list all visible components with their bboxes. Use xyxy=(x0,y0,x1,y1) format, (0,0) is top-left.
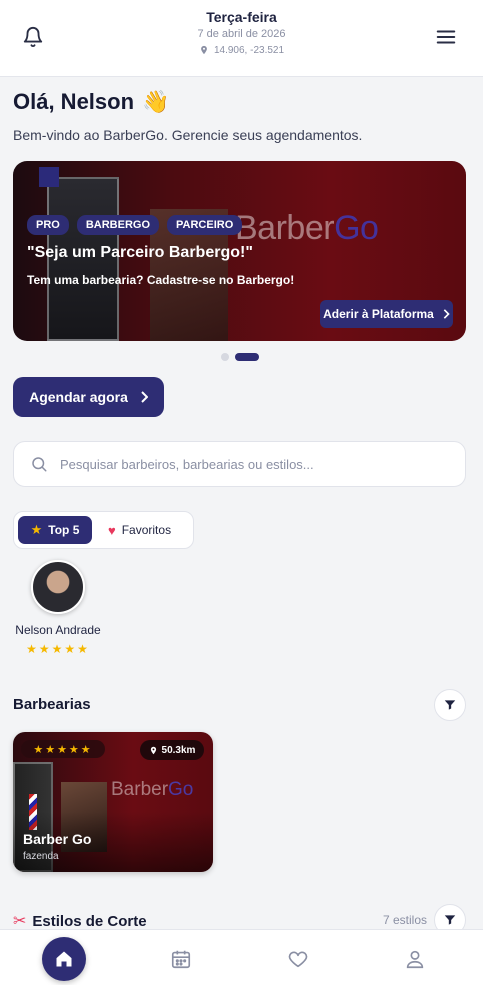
styles-count: 7 estilos xyxy=(383,913,428,927)
banner-corner-decoration xyxy=(39,167,59,187)
tab-top5[interactable]: ★ Top 5 xyxy=(18,516,92,544)
tag-parceiro: PARCEIRO xyxy=(167,215,243,235)
location-pin-icon xyxy=(150,746,156,754)
top-barber-card[interactable]: Nelson Andrade ★★★★★ xyxy=(13,560,103,656)
barbershop-location: fazenda xyxy=(23,851,59,862)
banner-tags: PRO BARBERGO PARCEIRO xyxy=(27,215,243,235)
join-platform-label: Aderir à Plataforma xyxy=(323,307,434,321)
scissors-icon: ✂ xyxy=(13,913,27,930)
ranking-filter-tabs: ★ Top 5 ♥ Favoritos xyxy=(13,511,194,549)
barbershop-logo: BarberGo xyxy=(111,779,194,800)
weekday-label: Terça-feira xyxy=(206,9,277,25)
app-header: Terça-feira 7 de abril de 2026 14.906, -… xyxy=(0,0,483,77)
star-icon: ★ xyxy=(30,522,43,537)
greeting-subtitle: Bem-vindo ao BarberGo. Gerencie seus age… xyxy=(13,127,363,143)
nav-home[interactable] xyxy=(42,937,86,981)
styles-section-title-text: Estilos de Corte xyxy=(32,912,147,930)
greeting-text: Olá, Nelson xyxy=(13,89,135,114)
tag-pro: PRO xyxy=(27,215,69,235)
date-location-block: Terça-feira 7 de abril de 2026 14.906, -… xyxy=(0,9,483,56)
location-coordinates: 14.906, -23.521 xyxy=(0,44,483,56)
carousel-dot[interactable] xyxy=(221,353,229,361)
search-icon xyxy=(32,457,47,472)
distance-badge: 50.3km xyxy=(140,740,204,760)
barbershop-name: Barber Go xyxy=(23,831,92,847)
barbershops-section-title: Barbearias xyxy=(13,696,91,713)
barber-rating-stars: ★★★★★ xyxy=(26,642,90,656)
greeting-title: Olá, Nelson 👋 xyxy=(13,89,169,115)
carousel-indicator xyxy=(221,353,259,361)
chevron-right-icon xyxy=(443,309,450,319)
banner-title: "Seja um Parceiro Barbergo!" xyxy=(27,244,253,261)
waving-hand-icon: 👋 xyxy=(142,89,170,114)
tab-top5-label: Top 5 xyxy=(48,523,80,537)
barbershop-card[interactable]: BarberGo ★★★★★ 50.3km Barber Go fazenda xyxy=(13,732,213,872)
barbershops-filter-button[interactable] xyxy=(434,689,466,721)
book-now-label: Agendar agora xyxy=(29,389,128,405)
nav-favorites[interactable] xyxy=(285,946,311,972)
styles-section-title: ✂ Estilos de Corte xyxy=(13,911,147,931)
home-icon xyxy=(56,951,72,967)
carousel-dot-active[interactable] xyxy=(235,353,259,361)
book-now-button[interactable]: Agendar agora xyxy=(13,377,164,417)
heart-icon: ♥ xyxy=(108,522,116,538)
search-input[interactable] xyxy=(60,456,465,472)
distance-text: 50.3km xyxy=(161,744,196,756)
tab-favorites[interactable]: ♥ Favoritos xyxy=(98,516,181,544)
partner-banner[interactable]: BarberGo PRO BARBERGO PARCEIRO "Seja um … xyxy=(13,161,466,341)
barber-avatar xyxy=(31,560,85,614)
calendar-icon xyxy=(171,950,191,969)
barbershop-rating-stars: ★★★★★ xyxy=(21,740,105,758)
barber-name: Nelson Andrade xyxy=(15,623,101,637)
hamburger-menu-icon[interactable] xyxy=(435,27,457,47)
banner-barbergo-logo: BarberGo xyxy=(235,209,379,247)
location-pin-icon xyxy=(201,45,207,55)
tag-barbergo: BARBERGO xyxy=(76,215,160,235)
heart-outline-icon xyxy=(288,951,308,968)
user-icon xyxy=(406,950,424,969)
tab-favorites-label: Favoritos xyxy=(121,523,172,537)
nav-profile[interactable] xyxy=(402,946,428,972)
filter-icon xyxy=(444,915,456,925)
date-label: 7 de abril de 2026 xyxy=(197,28,286,40)
nav-calendar[interactable] xyxy=(168,946,194,972)
search-bar[interactable] xyxy=(13,441,466,487)
coordinates-text: 14.906, -23.521 xyxy=(213,44,285,56)
join-platform-button[interactable]: Aderir à Plataforma xyxy=(320,300,453,328)
filter-icon xyxy=(444,700,456,710)
banner-description: Tem uma barbearia? Cadastre-se no Barber… xyxy=(27,273,295,287)
chevron-right-icon xyxy=(141,391,148,403)
